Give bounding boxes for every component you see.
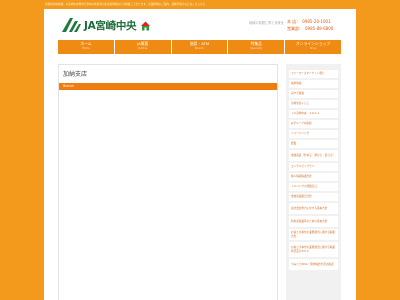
sidebar-item[interactable]: 反社会的勢力に対する基本方針 xyxy=(289,203,338,214)
logo[interactable]: JA宮崎中央 xyxy=(60,15,151,35)
header-note: 地域の仲間と夢と未来を xyxy=(249,21,285,25)
sidebar-item[interactable]: お客さま本位の業務運営に関する取組方針 xyxy=(289,229,338,240)
sidebar-item[interactable]: 個人情報保護方針 xyxy=(289,173,338,181)
main-content: 加納支店 Branch xyxy=(58,64,278,300)
sidebar-item[interactable]: イメージソング xyxy=(289,130,338,138)
sidebar-item[interactable]: 採用情報 xyxy=(289,80,338,88)
sidebar-item[interactable]: 宮崎生協くらし xyxy=(289,100,338,108)
sidebar: ファーマーズマーケット相だ 採用情報 みやざ情報 宮崎生協くらし ＪＡ宮崎中央 … xyxy=(286,64,341,300)
section-bar: Branch xyxy=(59,83,277,90)
nav-item-shop[interactable]: オンラインショップ Shop xyxy=(285,40,341,54)
nav-sub: Outline xyxy=(138,46,148,50)
nav-sub: Shop xyxy=(309,46,317,50)
main-nav: ホーム Home JA概要 Outline 施設・ATM Branch 特集品 … xyxy=(58,40,341,54)
sidebar-item[interactable]: ファーマーズマーケット相だ xyxy=(289,70,338,78)
sidebar-item[interactable]: 金融商品（貯める・預かる・借りる） xyxy=(289,150,338,161)
ja-logo-icon xyxy=(62,18,81,32)
sidebar-item[interactable]: みやざ情報 xyxy=(289,90,338,98)
sidebar-item[interactable]: 農業 xyxy=(289,140,338,148)
contact-phone[interactable]: 0985-89-6800 xyxy=(305,26,333,33)
sidebar-item[interactable]: JAグループの取組 xyxy=(289,120,338,128)
sidebar-item[interactable]: お客さま本位の業務運営に関する取組状況及びＫＰＩ xyxy=(289,242,338,257)
page-title: 加納支店 xyxy=(63,71,88,78)
house-icon xyxy=(141,21,151,30)
sidebar-item[interactable]: ＪＡ宮崎中央 ＳＤＧｓ xyxy=(289,110,338,118)
sidebar-item[interactable]: エンゲルライブラリ xyxy=(289,163,338,171)
contact-info: 本 店： 0985-20-1001 営業部： 0985-89-6800 xyxy=(287,19,333,32)
logo-text: JA宮崎中央 xyxy=(84,19,137,32)
contact-label: 営業部： xyxy=(287,25,303,31)
sidebar-item[interactable]: つみたてNISA・国内株式市況の確認 xyxy=(289,259,338,270)
nav-item-branch[interactable]: 施設・ATM Branch xyxy=(171,40,229,54)
nav-label: JA概要 xyxy=(137,41,149,47)
top-strip-text: 宮崎県中央地域、JA宮崎中央管内で管内の地区別の生産者情報などを掲載しております… xyxy=(45,3,206,6)
nav-item-home[interactable]: ホーム Home xyxy=(58,40,115,54)
nav-item-outline[interactable]: JA概要 Outline xyxy=(114,40,172,54)
nav-item-specialty[interactable]: 特集品 Specialty xyxy=(228,40,286,54)
nav-sub: Specialty xyxy=(250,46,263,50)
nav-sub: Home xyxy=(82,46,90,50)
sidebar-item[interactable]: ＪＡバンクの相談窓口 xyxy=(289,183,338,191)
nav-label: 特集品 xyxy=(250,41,262,47)
nav-label: オンラインショップ xyxy=(296,41,331,47)
nav-label: ホーム xyxy=(80,41,92,47)
sidebar-item[interactable]: 利用者保護等のための基本方針 xyxy=(289,216,338,227)
nav-sub: Branch xyxy=(194,46,205,50)
page-sheet: JA宮崎中央 地域の仲間と夢と未来を 本 店： 0985-20-1001 営業部… xyxy=(44,9,356,300)
sidebar-item[interactable]: 金融商品販売方針 xyxy=(289,193,338,201)
nav-label: 施設・ATM xyxy=(189,41,210,47)
contact-row: 営業部： 0985-89-6800 xyxy=(287,26,333,33)
